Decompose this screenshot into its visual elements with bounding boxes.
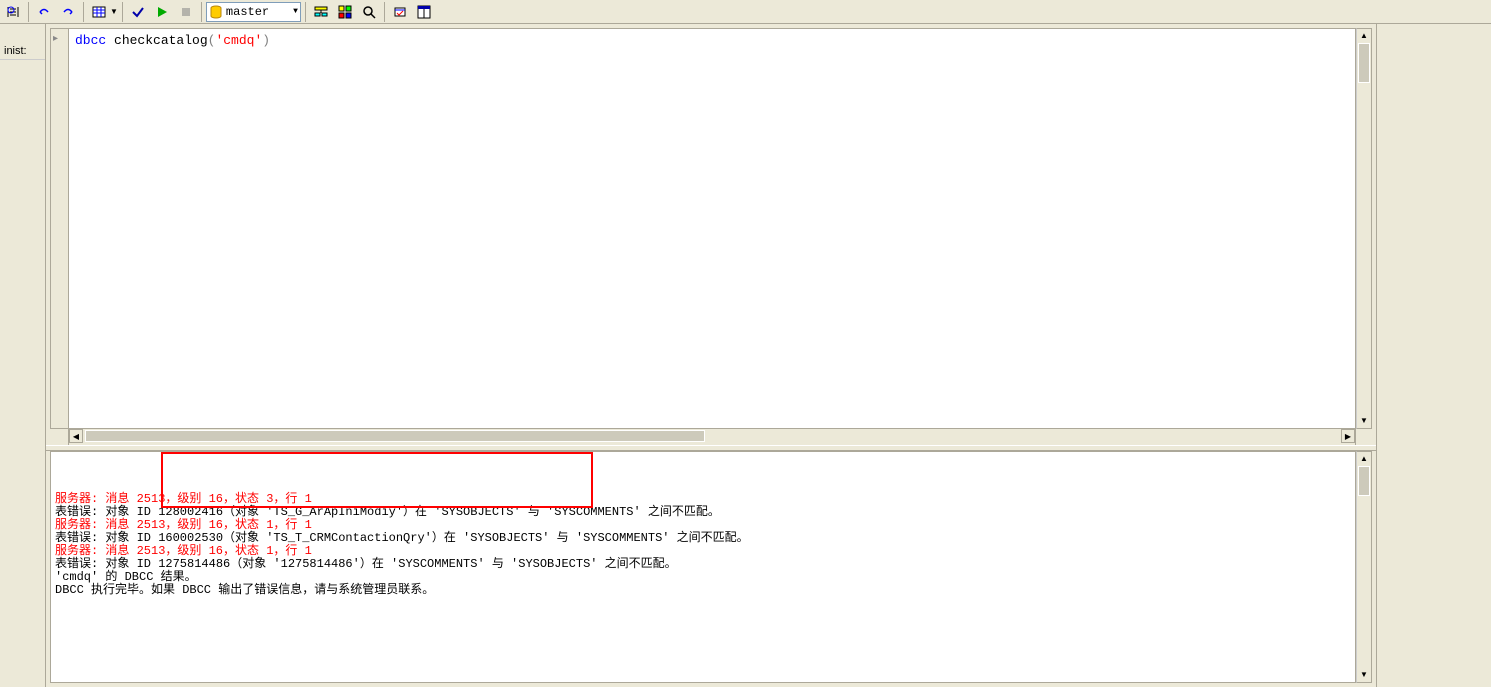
toolbar-separator — [305, 2, 306, 22]
scroll-thumb[interactable] — [1358, 43, 1370, 83]
line-pointer-icon: ▸ — [53, 33, 58, 44]
dropdown-arrow-icon[interactable]: ▼ — [110, 7, 118, 16]
object-browser-panel: inist: — [0, 24, 46, 687]
database-selector[interactable]: master ▼ — [206, 2, 301, 22]
object-browser-button[interactable] — [334, 2, 356, 22]
undo-button[interactable] — [33, 2, 55, 22]
editor-gutter: ▸ — [50, 28, 68, 429]
scroll-up-icon[interactable]: ▲ — [1357, 452, 1371, 466]
options-button[interactable] — [389, 2, 411, 22]
results-pane[interactable]: 服务器: 消息 2513，级别 16，状态 3，行 1表错误: 对象 ID 12… — [50, 451, 1356, 683]
database-icon — [209, 5, 223, 19]
toolbar-separator — [201, 2, 202, 22]
editor-horizontal-scrollbar[interactable]: ◀ ▶ — [68, 429, 1356, 445]
execute-button[interactable] — [151, 2, 173, 22]
toolbar-separator — [83, 2, 84, 22]
results-mode-button[interactable] — [88, 2, 110, 22]
scroll-down-icon[interactable]: ▼ — [1357, 414, 1371, 428]
results-vertical-scrollbar[interactable]: ▲ ▼ — [1356, 451, 1372, 683]
redo-button[interactable] — [57, 2, 79, 22]
dropdown-arrow-icon: ▼ — [293, 7, 298, 16]
string-literal: 'cmdq' — [215, 33, 262, 48]
stop-button[interactable] — [175, 2, 197, 22]
result-line: 表错误: 对象 ID 1275814486（对象 '1275814486'）在 … — [55, 558, 1351, 571]
result-line: DBCC 执行完毕。如果 DBCC 输出了错误信息，请与系统管理员联系。 — [55, 584, 1351, 597]
editor-vertical-scrollbar[interactable]: ▲ ▼ — [1356, 28, 1372, 429]
object-search-button[interactable] — [358, 2, 380, 22]
scroll-thumb[interactable] — [85, 430, 705, 442]
main-toolbar: ▼ master ▼ — [0, 0, 1491, 24]
toolbar-separator — [28, 2, 29, 22]
scroll-down-icon[interactable]: ▼ — [1357, 668, 1371, 682]
find-button[interactable] — [2, 2, 24, 22]
toolbar-separator — [384, 2, 385, 22]
toolbar-separator — [122, 2, 123, 22]
identifier: checkcatalog — [106, 33, 207, 48]
paren: ) — [262, 33, 270, 48]
window-button[interactable] — [413, 2, 435, 22]
sql-editor[interactable]: dbcc checkcatalog('cmdq') — [68, 28, 1356, 429]
scroll-thumb[interactable] — [1358, 466, 1370, 496]
parse-button[interactable] — [127, 2, 149, 22]
keyword: dbcc — [75, 33, 106, 48]
scroll-up-icon[interactable]: ▲ — [1357, 29, 1371, 43]
database-name: master — [226, 5, 269, 19]
estimated-plan-button[interactable] — [310, 2, 332, 22]
scroll-right-icon[interactable]: ▶ — [1341, 429, 1355, 443]
item-label: inist: — [4, 45, 27, 57]
right-empty-panel — [1376, 24, 1491, 687]
scroll-left-icon[interactable]: ◀ — [69, 429, 83, 443]
object-browser-item[interactable]: inist: — [0, 24, 45, 60]
